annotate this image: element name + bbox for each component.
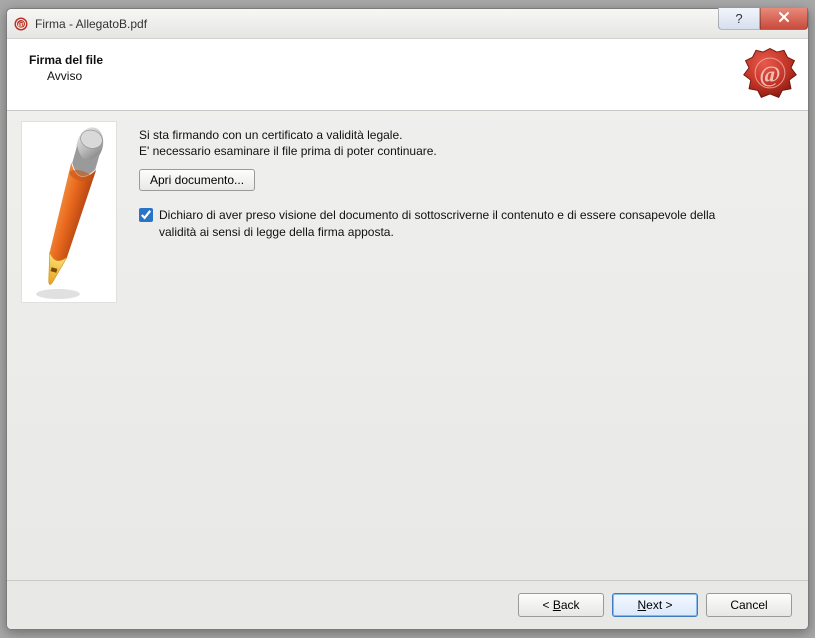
info-line-1: Si sta firmando con un certificato a val… [139,127,790,143]
wizard-header: Firma del file Avviso @ [7,39,808,111]
cancel-button[interactable]: Cancel [706,593,792,617]
page-title: Firma del file [29,53,786,67]
page-subtitle: Avviso [29,69,786,83]
wizard-footer: < Back Next > Cancel [7,580,808,629]
consent-checkbox[interactable] [139,208,153,222]
window-title: Firma - AllegatoB.pdf [35,17,147,31]
titlebar: @ Firma - AllegatoB.pdf ? [7,9,808,39]
main-text: Si sta firmando con un certificato a val… [139,121,790,570]
consent-row: Dichiaro di aver preso visione del docum… [139,207,790,239]
pen-image-panel [21,121,117,303]
back-button[interactable]: < Back [518,593,604,617]
info-line-2: E' necessario esaminare il file prima di… [139,143,790,159]
help-icon: ? [735,11,742,26]
help-button[interactable]: ? [718,8,760,30]
open-document-button[interactable]: Apri documento... [139,169,255,191]
orange-pen-icon [24,124,114,305]
consent-label[interactable]: Dichiaro di aver preso visione del docum… [159,207,719,239]
close-icon [778,11,790,26]
close-button[interactable] [760,8,808,30]
app-seal-icon: @ [13,16,29,32]
caption-buttons: ? [718,8,808,30]
dialog-window: @ Firma - AllegatoB.pdf ? Firma del file… [6,8,809,630]
content-area: Si sta firmando con un certificato a val… [7,111,808,580]
next-button[interactable]: Next > [612,593,698,617]
wax-seal-icon: @ [742,45,798,101]
svg-text:@: @ [759,62,780,88]
svg-text:@: @ [18,20,25,28]
